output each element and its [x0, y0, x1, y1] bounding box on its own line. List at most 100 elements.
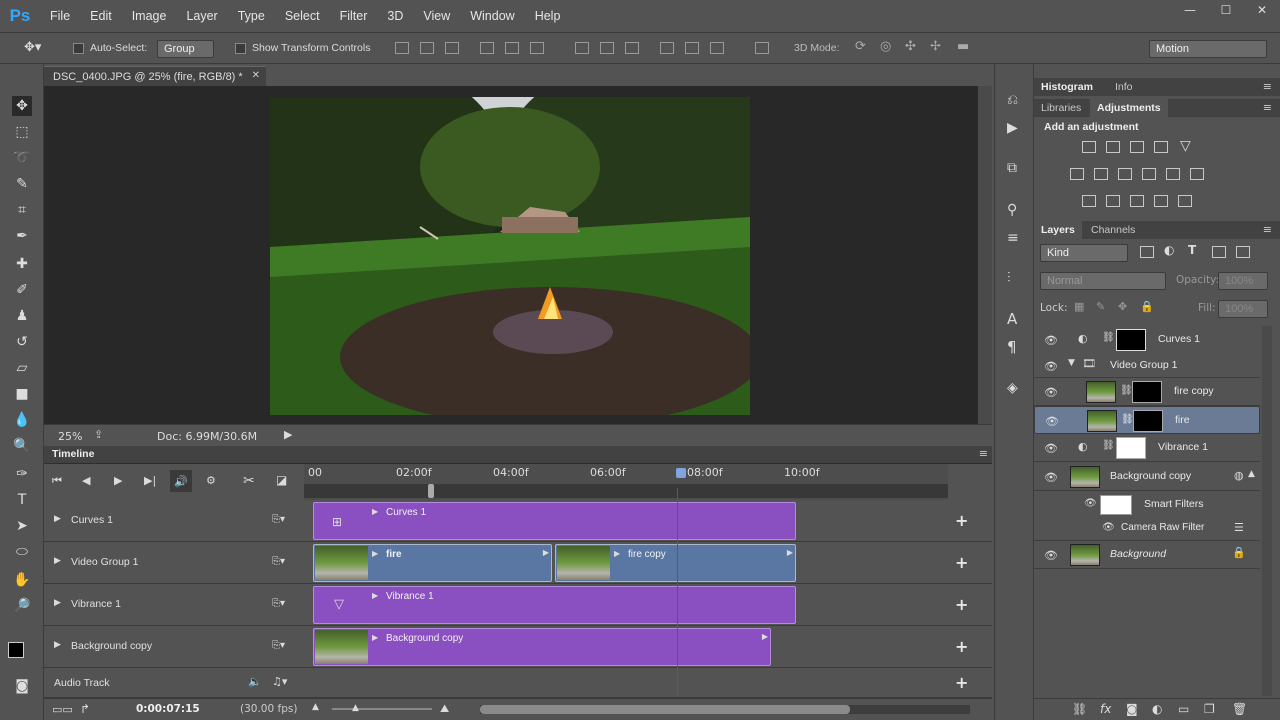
- lock-all-icon[interactable]: 🔒: [1140, 300, 1154, 313]
- group-expand-icon[interactable]: ▼: [1068, 358, 1075, 368]
- panel-menu-icon[interactable]: ≡: [1263, 80, 1272, 93]
- add-media-icon[interactable]: +: [955, 553, 968, 572]
- layer-name[interactable]: Background: [1110, 548, 1166, 560]
- expand-track-icon[interactable]: ▶: [54, 514, 61, 524]
- visibility-eye-icon[interactable]: 👁: [1102, 522, 1115, 533]
- 3d-scale-icon[interactable]: ▬: [957, 39, 969, 54]
- timeline-menu-icon[interactable]: ≡: [979, 447, 988, 460]
- type-tool-icon[interactable]: T: [12, 490, 32, 510]
- align-right-icon[interactable]: [530, 42, 544, 54]
- new-adjustment-layer-icon[interactable]: ◐: [1152, 702, 1162, 716]
- timeline-zoom-slider[interactable]: [332, 708, 432, 710]
- layer-name[interactable]: Camera Raw Filter: [1121, 522, 1204, 533]
- delete-layer-icon[interactable]: 🗑: [1232, 702, 1247, 716]
- audio-mute-track-icon[interactable]: 🔈: [248, 675, 262, 688]
- go-to-first-frame-icon[interactable]: ⏮: [52, 474, 62, 488]
- work-area-start-handle[interactable]: [428, 484, 434, 498]
- 3d-panel-icon[interactable]: ◈: [1007, 380, 1018, 396]
- align-left-icon[interactable]: [480, 42, 494, 54]
- add-mask-icon[interactable]: ◙: [1126, 702, 1138, 716]
- visibility-eye-icon[interactable]: 👁: [1044, 334, 1058, 347]
- 3d-slide-icon[interactable]: ✢: [930, 39, 941, 54]
- filter-type-icon[interactable]: T: [1188, 243, 1196, 257]
- document-canvas-image[interactable]: [270, 97, 750, 415]
- close-doc-icon[interactable]: ✕: [252, 70, 260, 81]
- foreground-color-swatch[interactable]: [8, 642, 24, 658]
- clip-expand-icon[interactable]: ▶: [372, 633, 378, 642]
- current-timecode[interactable]: 0:00:07:15: [136, 703, 200, 715]
- curves-icon[interactable]: [1130, 141, 1144, 153]
- clip-fire-copy[interactable]: ▶ fire copy ▶: [555, 544, 796, 582]
- menu-select[interactable]: Select: [275, 0, 330, 32]
- levels-icon[interactable]: [1106, 141, 1120, 153]
- exposure-icon[interactable]: [1154, 141, 1168, 153]
- distribute-vcenter-icon[interactable]: [600, 42, 614, 54]
- layer-row-fire-copy[interactable]: 👁 ⛓ fire copy: [1034, 378, 1260, 406]
- history-icon[interactable]: ⎌: [1007, 92, 1018, 108]
- next-frame-icon[interactable]: ▶|: [144, 474, 156, 487]
- brush-presets-icon[interactable]: ⚲: [1007, 202, 1017, 218]
- pen-tool-icon[interactable]: ✑: [12, 464, 32, 484]
- layer-row-camera-raw-filter[interactable]: 👁 Camera Raw Filter ☰: [1034, 517, 1260, 541]
- expand-track-icon[interactable]: ▶: [54, 640, 61, 650]
- photo-filter-icon[interactable]: [1142, 168, 1156, 180]
- layer-row-curves-1[interactable]: 👁 ◐ ⛓ Curves 1: [1034, 326, 1260, 354]
- track-options-icon[interactable]: ⎘▾: [272, 598, 285, 609]
- canvas-scrollbar[interactable]: [978, 86, 992, 424]
- path-select-tool-icon[interactable]: ➤: [12, 516, 32, 536]
- fill-value[interactable]: 100%: [1218, 300, 1268, 318]
- layer-mask-thumbnail[interactable]: [1132, 381, 1162, 403]
- link-icon[interactable]: ⛓: [1121, 414, 1134, 425]
- ellipse-tool-icon[interactable]: ⬭: [12, 542, 32, 562]
- layer-row-video-group-1[interactable]: 👁 ▼ 🎞 Video Group 1: [1034, 352, 1260, 378]
- menu-edit[interactable]: Edit: [80, 0, 122, 32]
- panel-menu-icon[interactable]: ≡: [1263, 223, 1272, 236]
- eraser-tool-icon[interactable]: ▱: [12, 358, 32, 378]
- tab-layers[interactable]: Layers: [1034, 221, 1082, 239]
- layer-mask-thumbnail[interactable]: [1116, 437, 1146, 459]
- distribute-hcenter-icon[interactable]: [685, 42, 699, 54]
- auto-align-icon[interactable]: [755, 42, 769, 54]
- menu-layer[interactable]: Layer: [176, 0, 227, 32]
- link-icon[interactable]: ⛓: [1102, 440, 1115, 451]
- layer-row-background-copy[interactable]: 👁 Background copy ◍ ▲: [1034, 463, 1260, 491]
- clip-fire[interactable]: ▶ fire ▶: [313, 544, 552, 582]
- audio-mute-icon[interactable]: 🔊: [170, 470, 192, 492]
- smart-filter-mask-thumbnail[interactable]: [1100, 495, 1132, 515]
- menu-type[interactable]: Type: [228, 0, 275, 32]
- crop-tool-icon[interactable]: ⌗: [12, 200, 32, 220]
- history-brush-icon[interactable]: ↺: [12, 332, 32, 352]
- zoom-in-timeline-icon[interactable]: ⛰: [440, 702, 449, 716]
- tab-libraries[interactable]: Libraries: [1034, 99, 1088, 117]
- menu-filter[interactable]: Filter: [330, 0, 378, 32]
- layer-name[interactable]: Vibrance 1: [1158, 441, 1208, 453]
- visibility-eye-icon[interactable]: 👁: [1045, 415, 1059, 428]
- layer-name[interactable]: Video Group 1: [1110, 359, 1178, 371]
- visibility-eye-icon[interactable]: 👁: [1084, 498, 1097, 509]
- tab-adjustments[interactable]: Adjustments: [1090, 99, 1168, 117]
- playhead-handle[interactable]: [676, 468, 686, 478]
- blend-mode-dropdown[interactable]: Normal: [1040, 272, 1166, 290]
- quick-mask-icon[interactable]: ◙: [12, 676, 32, 696]
- track-options-icon[interactable]: ⎘▾: [272, 514, 285, 525]
- clip-expand-icon[interactable]: ▶: [372, 549, 378, 558]
- layer-row-background[interactable]: 👁 Background 🔒: [1034, 541, 1260, 569]
- paragraph-icon[interactable]: ¶: [1007, 338, 1017, 356]
- layer-row-smart-filters[interactable]: 👁 Smart Filters: [1034, 491, 1260, 517]
- smart-filter-options-icon[interactable]: ◍: [1234, 469, 1244, 482]
- visibility-eye-icon[interactable]: 👁: [1044, 360, 1058, 373]
- panel-menu-icon[interactable]: ≡: [1263, 101, 1272, 114]
- stamp-tool-icon[interactable]: ♟: [12, 306, 32, 326]
- play-icon[interactable]: ▶: [114, 474, 122, 487]
- distribute-top-icon[interactable]: [575, 42, 589, 54]
- visibility-eye-icon[interactable]: 👁: [1044, 386, 1058, 399]
- timeline-scroll-thumb[interactable]: [480, 705, 850, 714]
- zoom-out-timeline-icon[interactable]: ▲: [312, 702, 319, 712]
- distribute-right-icon[interactable]: [710, 42, 724, 54]
- audio-options-icon[interactable]: ♫▾: [272, 675, 287, 688]
- track-options-icon[interactable]: ⎘▾: [272, 556, 285, 567]
- timeline-settings-icon[interactable]: ⚙: [206, 474, 216, 487]
- expand-track-icon[interactable]: ▶: [54, 556, 61, 566]
- lasso-tool-icon[interactable]: ➰: [12, 148, 32, 168]
- black-white-icon[interactable]: [1118, 168, 1132, 180]
